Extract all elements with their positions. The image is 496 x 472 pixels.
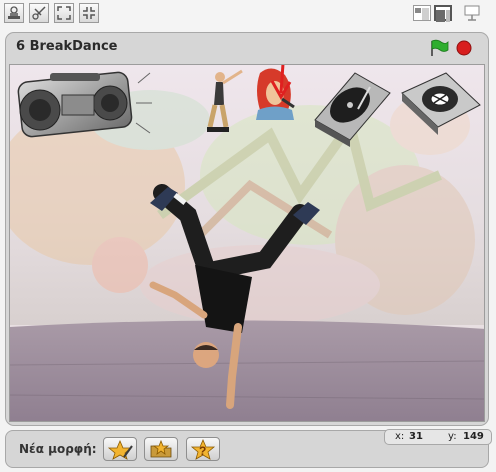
mouse-y-value: 149 bbox=[463, 431, 484, 442]
grow-icon bbox=[57, 6, 71, 20]
presentation-mode-button[interactable] bbox=[463, 5, 481, 21]
normal-stage-mode-button[interactable] bbox=[434, 5, 452, 22]
project-title: 6 BreakDance bbox=[16, 39, 118, 54]
mouse-y-label: y: bbox=[448, 431, 457, 442]
mouse-coordinates: x: 31 y: 149 bbox=[384, 429, 492, 445]
stage-titlebar: 6 BreakDance bbox=[6, 33, 488, 63]
grow-tool-button[interactable] bbox=[54, 3, 74, 23]
shrink-tool-button[interactable] bbox=[79, 3, 99, 23]
svg-text:?: ? bbox=[199, 444, 206, 458]
question-star-icon: ? bbox=[190, 438, 216, 460]
duplicate-tool-button[interactable] bbox=[4, 3, 24, 23]
presentation-icon bbox=[464, 5, 480, 21]
paint-new-sprite-button[interactable] bbox=[103, 437, 137, 461]
paint-star-icon bbox=[107, 439, 133, 460]
new-sprite-bar: Νέα μορφή: ? x: 31 y: 149 bbox=[5, 429, 492, 468]
stage-canvas[interactable] bbox=[9, 64, 485, 422]
choose-sprite-from-file-button[interactable] bbox=[144, 437, 178, 461]
shrink-icon bbox=[83, 7, 95, 19]
small-stage-icon bbox=[415, 8, 429, 20]
mouse-x-value: 31 bbox=[409, 431, 423, 442]
stop-icon[interactable] bbox=[456, 40, 472, 56]
toolbar bbox=[0, 0, 496, 30]
green-flag-icon[interactable] bbox=[429, 39, 449, 57]
folder-star-icon bbox=[150, 439, 172, 458]
stage-panel: 6 BreakDance bbox=[5, 32, 489, 426]
mouse-x-label: x: bbox=[395, 431, 405, 442]
stamp-icon bbox=[8, 6, 20, 19]
stage-floor bbox=[10, 320, 484, 421]
scissors-icon bbox=[32, 6, 46, 20]
surprise-sprite-button[interactable]: ? bbox=[186, 437, 220, 461]
delete-tool-button[interactable] bbox=[29, 3, 49, 23]
stage-scene bbox=[10, 65, 484, 421]
normal-stage-icon bbox=[436, 10, 450, 22]
new-sprite-label: Νέα μορφή: bbox=[19, 442, 97, 456]
small-stage-mode-button[interactable] bbox=[413, 5, 431, 21]
